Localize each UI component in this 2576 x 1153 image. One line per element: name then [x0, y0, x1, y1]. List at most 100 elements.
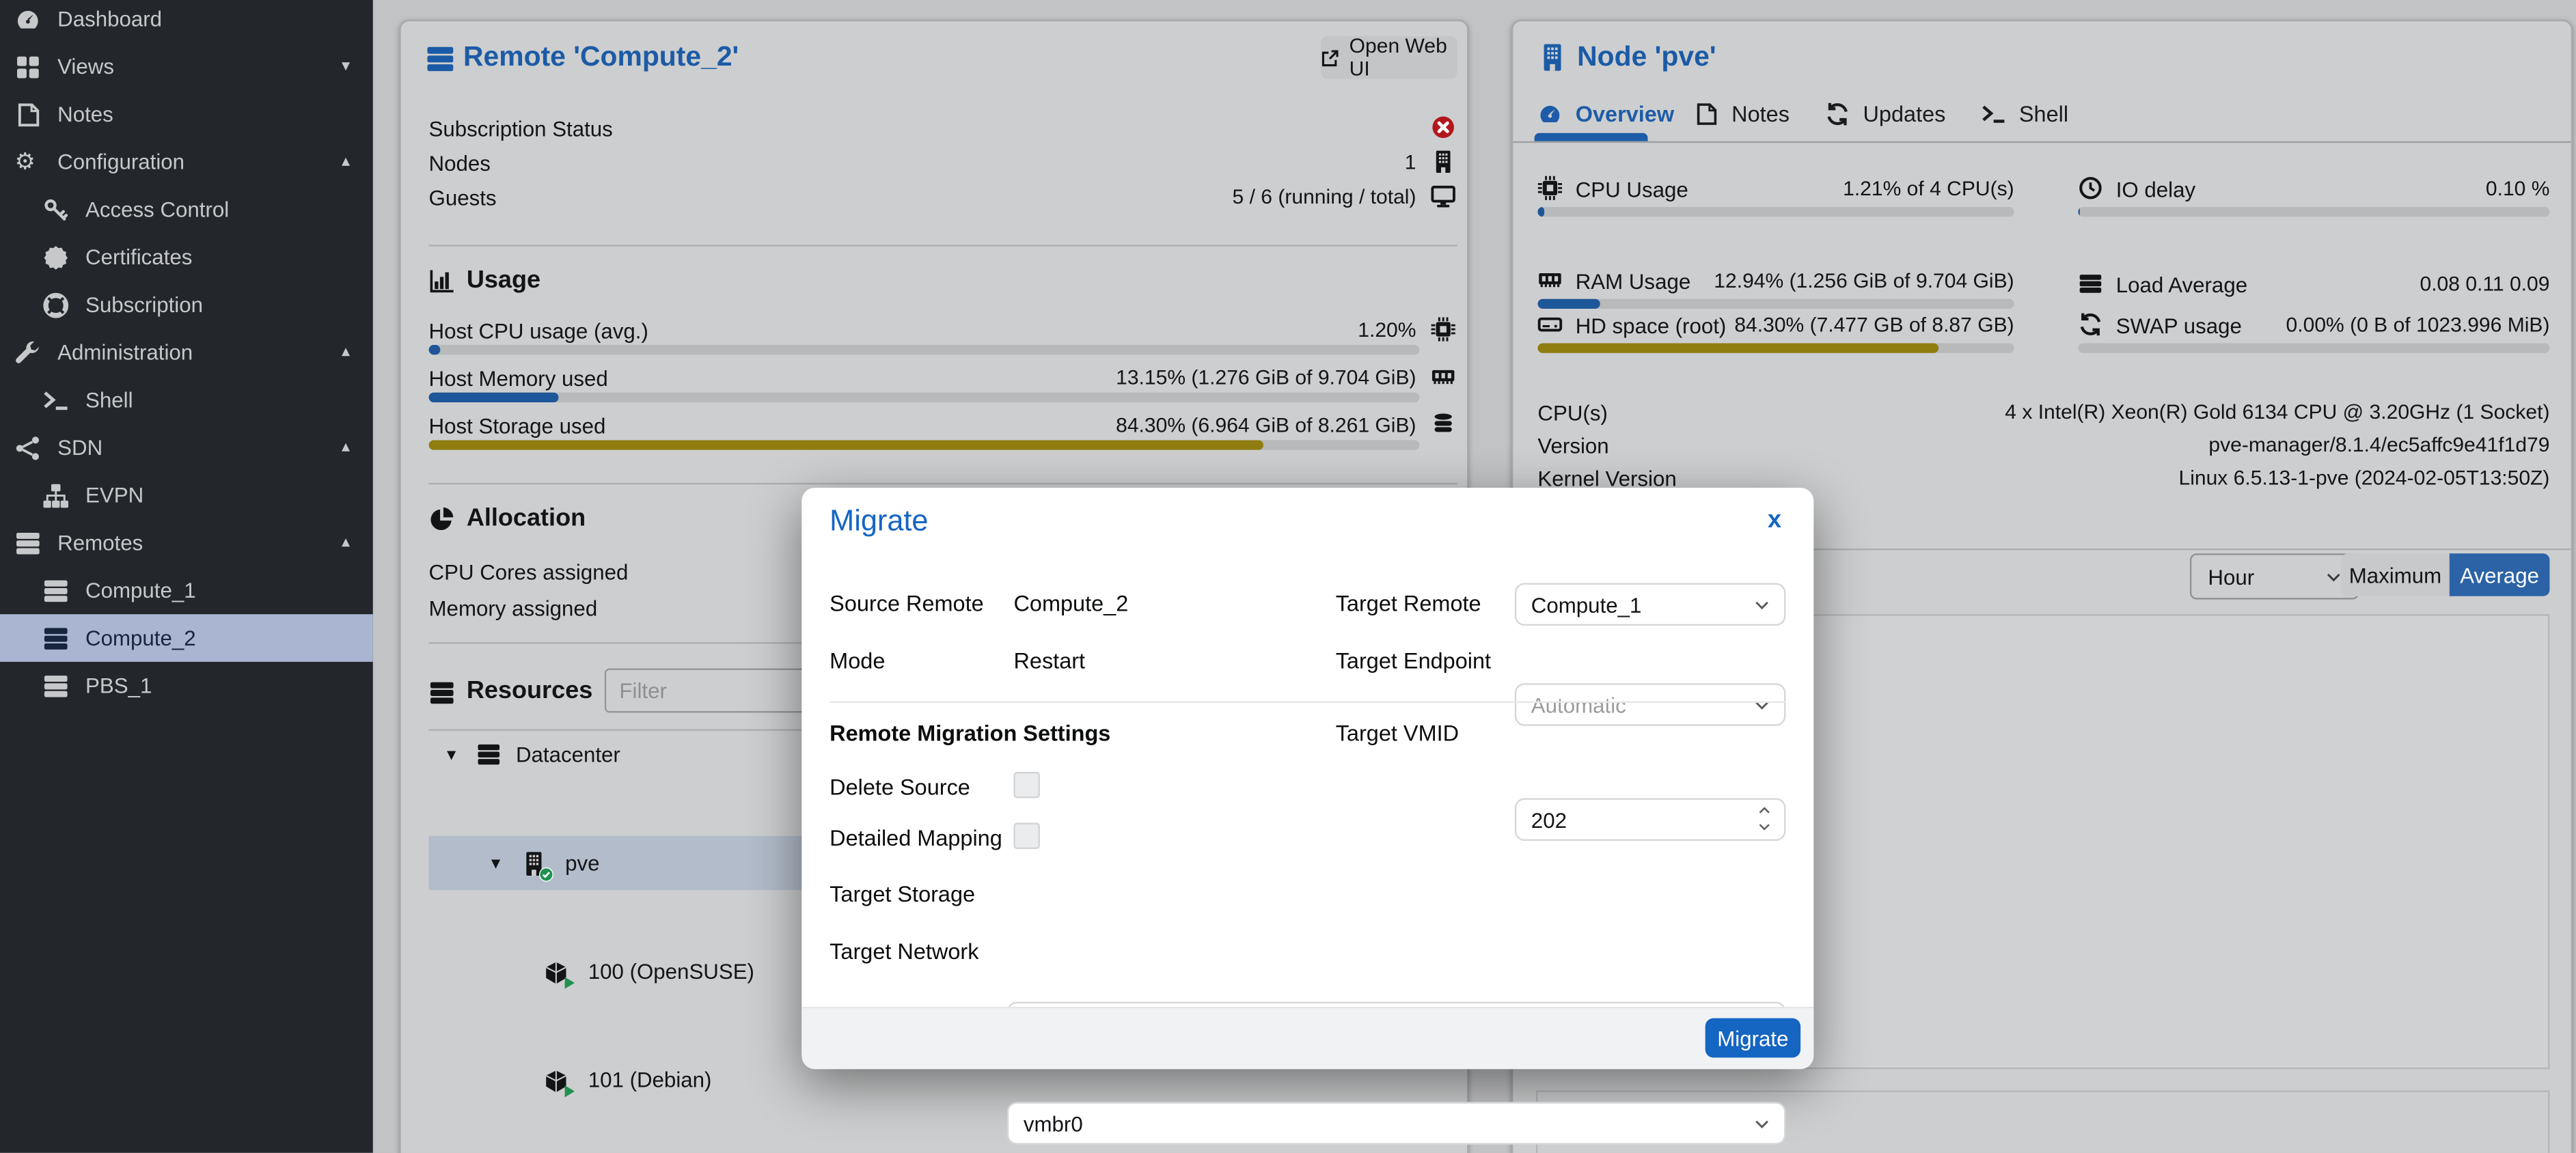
memory-assigned-label: Memory assigned — [429, 596, 598, 621]
sidebar-item-pbs-1[interactable]: PBS_1 — [0, 662, 373, 710]
ram-usage-value: 12.94% (1.256 GiB of 9.704 GiB) — [1707, 269, 2014, 292]
tab-updates[interactable]: Updates — [1825, 102, 1945, 126]
sidebar-item-sdn[interactable]: SDN▴ — [0, 423, 373, 471]
guests-value: 5 / 6 (running / total) — [1088, 186, 1416, 209]
io-delay-value: 0.10 % — [2269, 178, 2549, 201]
sidebar-item-remotes[interactable]: Remotes▴ — [0, 519, 373, 567]
swap-usage-value: 0.00% (0 B of 1023.996 MiB) — [2269, 314, 2549, 337]
sidebar-item-configuration[interactable]: ⚙Configuration▴ — [0, 138, 373, 186]
delete-source-label: Delete Source — [830, 775, 970, 800]
cpus-label: CPU(s) — [1537, 401, 1607, 426]
cpu-usage-label: CPU Usage — [1576, 178, 1688, 202]
gauge-icon — [1537, 102, 1562, 126]
io-delay-progress — [2078, 207, 2549, 216]
network-icon — [15, 434, 41, 460]
sidebar-item-subscription[interactable]: Subscription — [0, 281, 373, 329]
version-label: Version — [1537, 434, 1608, 458]
open-web-ui-button[interactable]: Open Web UI — [1321, 36, 1457, 79]
chevron-up-icon[interactable]: ▴ — [342, 533, 350, 551]
swap-usage-label: SWAP usage — [2116, 314, 2242, 338]
sidebar-item-views[interactable]: Views▾ — [0, 43, 373, 91]
target-storage-label: Target Storage — [830, 882, 975, 906]
sidebar-item-evpn[interactable]: EVPN — [0, 471, 373, 519]
close-icon[interactable]: x — [1768, 506, 1781, 534]
sidebar-item-shell[interactable]: Shell — [0, 376, 373, 424]
subscription-status-label: Subscription Status — [429, 117, 613, 141]
chevron-down-icon — [1753, 695, 1770, 713]
source-remote-label: Source Remote — [830, 592, 984, 616]
nodes-label: Nodes — [429, 151, 491, 176]
sidebar-item-certificates[interactable]: Certificates — [0, 233, 373, 281]
caret-down-icon[interactable]: ▾ — [447, 744, 467, 765]
terminal-icon — [43, 387, 69, 413]
sidebar-item-compute-2[interactable]: Compute_2 — [0, 614, 373, 662]
cpu-icon — [1537, 176, 1562, 200]
target-remote-select[interactable]: Compute_1 — [1515, 583, 1786, 626]
cpu-usage-progress — [1537, 207, 2014, 216]
tree-label: 100 (OpenSUSE) — [588, 959, 754, 984]
migrate-dialog: Migrate x Source Remote Compute_2 Target… — [801, 488, 1813, 1068]
running-icon — [562, 975, 577, 990]
host-memory-progress — [429, 393, 1420, 402]
hdd-icon — [1537, 312, 1562, 337]
server-icon — [43, 625, 69, 651]
sidebar-item-administration[interactable]: Administration ▴ — [0, 329, 373, 376]
source-remote-value: Compute_2 — [1013, 592, 1128, 616]
chevron-up-icon[interactable]: ▴ — [342, 153, 350, 171]
average-button[interactable]: Average — [2450, 553, 2550, 596]
sidebar-item-label: Access Control — [85, 197, 229, 222]
chevron-up-icon[interactable]: ▴ — [342, 343, 350, 361]
target-endpoint-select[interactable]: Automatic — [1515, 683, 1786, 726]
sidebar-item-notes[interactable]: Notes — [0, 90, 373, 138]
sidebar-item-label: Certificates — [85, 245, 192, 269]
chevron-up-icon[interactable]: ▴ — [342, 439, 350, 456]
server-icon — [43, 577, 69, 603]
sidebar-item-access-control[interactable]: Access Control — [0, 186, 373, 234]
detailed-mapping-label: Detailed Mapping — [830, 826, 1002, 850]
gears-icon: ⚙ — [15, 149, 41, 175]
sidebar-item-label: Shell — [85, 387, 133, 412]
caret-down-icon[interactable]: ▾ — [491, 852, 511, 874]
sidebar-item-compute-1[interactable]: Compute_1 — [0, 566, 373, 614]
guests-label: Guests — [429, 186, 497, 210]
time-range-select[interactable]: Hour — [2190, 553, 2359, 599]
sidebar-item-label: Dashboard — [57, 7, 162, 31]
server-icon — [429, 680, 455, 706]
divider — [830, 701, 1785, 703]
mode-label: Mode — [830, 649, 885, 673]
detailed-mapping-checkbox[interactable] — [1013, 823, 1039, 849]
chevron-down-icon[interactable]: ▾ — [342, 57, 350, 75]
tab-notes[interactable]: Notes — [1694, 102, 1790, 126]
resources-section-title: Resources — [467, 677, 592, 705]
delete-source-checkbox[interactable] — [1013, 772, 1039, 798]
cpus-value: 4 x Intel(R) Xeon(R) Gold 6134 CPU @ 3.2… — [1841, 401, 2549, 424]
mode-value: Restart — [1013, 649, 1085, 673]
cpu-cores-assigned-label: CPU Cores assigned — [429, 560, 629, 585]
target-network-select[interactable]: vmbr0 — [1007, 1102, 1786, 1145]
hd-space-progress — [1537, 343, 2014, 352]
vmid-spinner[interactable] — [1756, 803, 1772, 835]
target-vmid-value: 202 — [1531, 807, 1567, 832]
tab-overview[interactable]: Overview — [1537, 102, 1674, 126]
maximum-button[interactable]: Maximum — [2341, 553, 2450, 596]
running-icon — [562, 1083, 577, 1098]
target-vmid-input[interactable]: 202 — [1515, 798, 1786, 841]
spinner-up-icon[interactable] — [1756, 803, 1772, 818]
spinner-down-icon[interactable] — [1756, 820, 1772, 835]
sidebar-item-label: Administration — [57, 340, 193, 365]
node-icon — [1537, 43, 1567, 72]
pie-chart-icon — [429, 506, 455, 532]
tab-shell[interactable]: Shell — [1982, 102, 2069, 126]
sidebar-item-dashboard[interactable]: Dashboard — [0, 0, 373, 43]
host-cpu-value: 1.20% — [923, 318, 1416, 342]
target-vmid-label: Target VMID — [1336, 721, 1459, 745]
sidebar-item-label: Compute_2 — [85, 626, 196, 650]
life-ring-icon — [43, 292, 69, 318]
allocation-section-title: Allocation — [467, 504, 586, 532]
migrate-button[interactable]: Migrate — [1705, 1018, 1800, 1058]
nodes-value: 1 — [1088, 151, 1416, 174]
divider — [429, 483, 1457, 484]
certificate-icon — [43, 244, 69, 270]
sidebar-item-label: Notes — [57, 102, 113, 126]
dialog-title: Migrate — [830, 504, 928, 538]
